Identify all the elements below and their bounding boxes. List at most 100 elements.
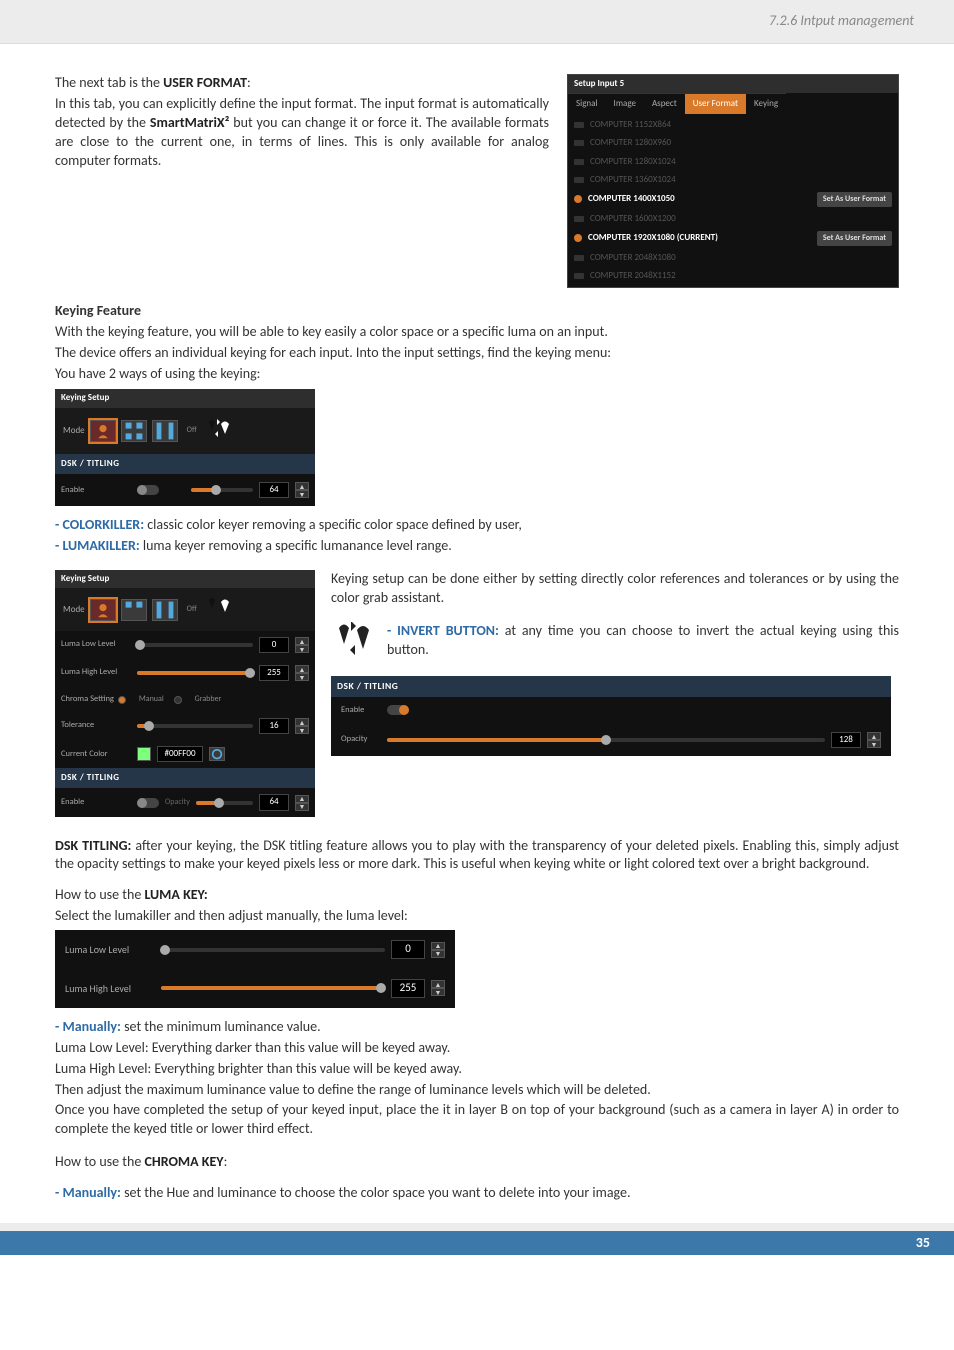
luma-high-label: Luma High Level bbox=[65, 982, 155, 996]
luma-low-value[interactable]: 0 bbox=[391, 940, 425, 959]
text: : bbox=[224, 1153, 228, 1170]
dsk-titling-label: DSK TITLING: bbox=[55, 837, 131, 854]
grabber-label: Grabber bbox=[189, 693, 228, 706]
invert-icon[interactable] bbox=[204, 596, 234, 623]
bullet-text: classic color keyer removing a specific … bbox=[144, 516, 522, 533]
enable-label: Enable bbox=[341, 705, 381, 716]
panel-title: Keying Setup bbox=[55, 570, 315, 588]
opacity-value[interactable]: 64 bbox=[259, 482, 289, 498]
luma-low-value[interactable]: 0 bbox=[259, 637, 289, 653]
opacity-value[interactable]: 64 bbox=[259, 794, 289, 810]
luma-low-slider[interactable] bbox=[161, 948, 385, 952]
spin-down-icon: ▼ bbox=[295, 490, 309, 498]
set-user-format-button[interactable]: Set As User Format bbox=[817, 192, 892, 207]
invert-button-icon bbox=[331, 622, 377, 656]
spinner[interactable]: ▲▼ bbox=[295, 637, 309, 653]
color-picker-icon[interactable] bbox=[209, 747, 225, 761]
luma-high-value[interactable]: 255 bbox=[391, 979, 425, 998]
dsk-titling-text: after your keying, the DSK titling featu… bbox=[55, 837, 899, 873]
user-format-panel: Setup Input 5 Signal Image Aspect User F… bbox=[567, 74, 899, 288]
opacity-slider[interactable] bbox=[387, 738, 825, 742]
format-row[interactable]: COMPUTER 1400X1050Set As User Format bbox=[568, 189, 898, 210]
tab-keying[interactable]: Keying bbox=[746, 93, 786, 114]
manual-radio[interactable] bbox=[118, 696, 126, 704]
opacity-slider[interactable] bbox=[196, 801, 253, 805]
format-label: COMPUTER 2048X1152 bbox=[590, 270, 676, 282]
luma-low-slider[interactable] bbox=[137, 643, 253, 647]
format-row[interactable]: COMPUTER 1360X1024 bbox=[568, 171, 898, 189]
led-icon bbox=[574, 195, 582, 203]
luma-high-slider[interactable] bbox=[161, 986, 385, 990]
bullet-label: - LUMAKILLER: bbox=[55, 537, 140, 554]
mode-tile-colorkiller[interactable] bbox=[90, 420, 116, 442]
mode-label: Mode bbox=[63, 425, 85, 437]
led-icon bbox=[574, 122, 584, 128]
format-row[interactable]: COMPUTER 2048X1152 bbox=[568, 267, 898, 285]
mode-tile-bars[interactable] bbox=[152, 599, 178, 621]
spinner[interactable]: ▲▼ bbox=[295, 482, 309, 498]
format-label: COMPUTER 1920X1080 (CURRENT) bbox=[588, 232, 718, 244]
manual-label: Manual bbox=[133, 693, 170, 706]
invert-icon[interactable] bbox=[204, 418, 234, 445]
led-icon bbox=[574, 140, 584, 146]
spinner[interactable]: ▲▼ bbox=[295, 795, 309, 811]
format-row[interactable]: COMPUTER 1280X1024 bbox=[568, 153, 898, 171]
bullet-text: set the minimum luminance value. bbox=[121, 1018, 321, 1035]
enable-toggle[interactable] bbox=[137, 485, 159, 495]
format-row[interactable]: COMPUTER 1280X960 bbox=[568, 134, 898, 152]
tolerance-slider[interactable] bbox=[137, 724, 253, 728]
dsk-titling-paragraph: DSK TITLING: after your keying, the DSK … bbox=[55, 837, 899, 875]
format-row[interactable]: COMPUTER 1920X1080 (CURRENT) Set As User … bbox=[568, 228, 898, 249]
grabber-radio[interactable] bbox=[174, 696, 182, 704]
chroma-key-label: CHROMA KEY bbox=[144, 1153, 223, 1170]
tab-user-format[interactable]: User Format bbox=[685, 93, 746, 114]
color-hex[interactable]: #00FF00 bbox=[157, 746, 203, 762]
opacity-slider[interactable] bbox=[191, 488, 253, 492]
enable-toggle[interactable] bbox=[137, 798, 159, 808]
set-user-format-button[interactable]: Set As User Format bbox=[817, 231, 892, 246]
keying-p2: The device offers an individual keying f… bbox=[55, 344, 899, 363]
format-row[interactable]: COMPUTER 2048X1080 bbox=[568, 249, 898, 267]
mode-tile-colorkiller[interactable] bbox=[90, 599, 116, 621]
spinner[interactable]: ▲▼ bbox=[431, 942, 445, 958]
color-swatch bbox=[137, 747, 151, 761]
chroma-heading: How to use the CHROMA KEY: bbox=[55, 1153, 899, 1172]
format-row[interactable]: COMPUTER 1600X1200 bbox=[568, 210, 898, 228]
tolerance-value[interactable]: 16 bbox=[259, 718, 289, 734]
led-icon bbox=[574, 216, 584, 222]
bullet-label: - COLORKILLER: bbox=[55, 516, 144, 533]
opacity-value[interactable]: 128 bbox=[831, 732, 861, 748]
text: How to use the bbox=[55, 886, 144, 903]
luma-low-label: Luma Low Level bbox=[61, 639, 131, 650]
mode-tile-squares[interactable] bbox=[121, 599, 147, 621]
off-label: Off bbox=[187, 604, 197, 615]
format-label: COMPUTER 1280X1024 bbox=[590, 156, 676, 168]
luma-low-label: Luma Low Level bbox=[65, 943, 155, 957]
mode-tile-bars[interactable] bbox=[152, 420, 178, 442]
luma-high-slider[interactable] bbox=[137, 671, 253, 675]
tab-image[interactable]: Image bbox=[606, 93, 644, 114]
spinner[interactable]: ▲▼ bbox=[867, 732, 881, 748]
spinner[interactable]: ▲▼ bbox=[295, 718, 309, 734]
luma-l4: Once you have completed the setup of you… bbox=[55, 1101, 899, 1139]
tab-signal[interactable]: Signal bbox=[568, 93, 606, 114]
enable-label: Enable bbox=[61, 485, 131, 496]
keying-heading: Keying Feature bbox=[55, 302, 899, 321]
off-label: Off bbox=[187, 425, 197, 436]
side-p1: Keying setup can be done either by setti… bbox=[331, 570, 899, 608]
format-row[interactable]: COMPUTER 1152X864 bbox=[568, 116, 898, 134]
bullet-label: - Manually: bbox=[55, 1184, 121, 1201]
led-icon bbox=[574, 273, 584, 279]
user-format-label: USER FORMAT bbox=[163, 74, 247, 91]
spinner[interactable]: ▲▼ bbox=[295, 665, 309, 681]
format-label: COMPUTER 2048X1080 bbox=[590, 252, 676, 264]
mode-tile-squares[interactable] bbox=[121, 420, 147, 442]
tab-aspect[interactable]: Aspect bbox=[644, 93, 685, 114]
luma-l1: Luma Low Level: Everything darker than t… bbox=[55, 1039, 899, 1058]
luma-high-value[interactable]: 255 bbox=[259, 665, 289, 681]
mode-label: Mode bbox=[63, 604, 85, 616]
keying-p1: With the keying feature, you will be abl… bbox=[55, 323, 899, 342]
dsk-titling-header: DSK / TITLING bbox=[55, 454, 315, 474]
enable-toggle[interactable] bbox=[387, 705, 409, 715]
spinner[interactable]: ▲▼ bbox=[431, 980, 445, 996]
